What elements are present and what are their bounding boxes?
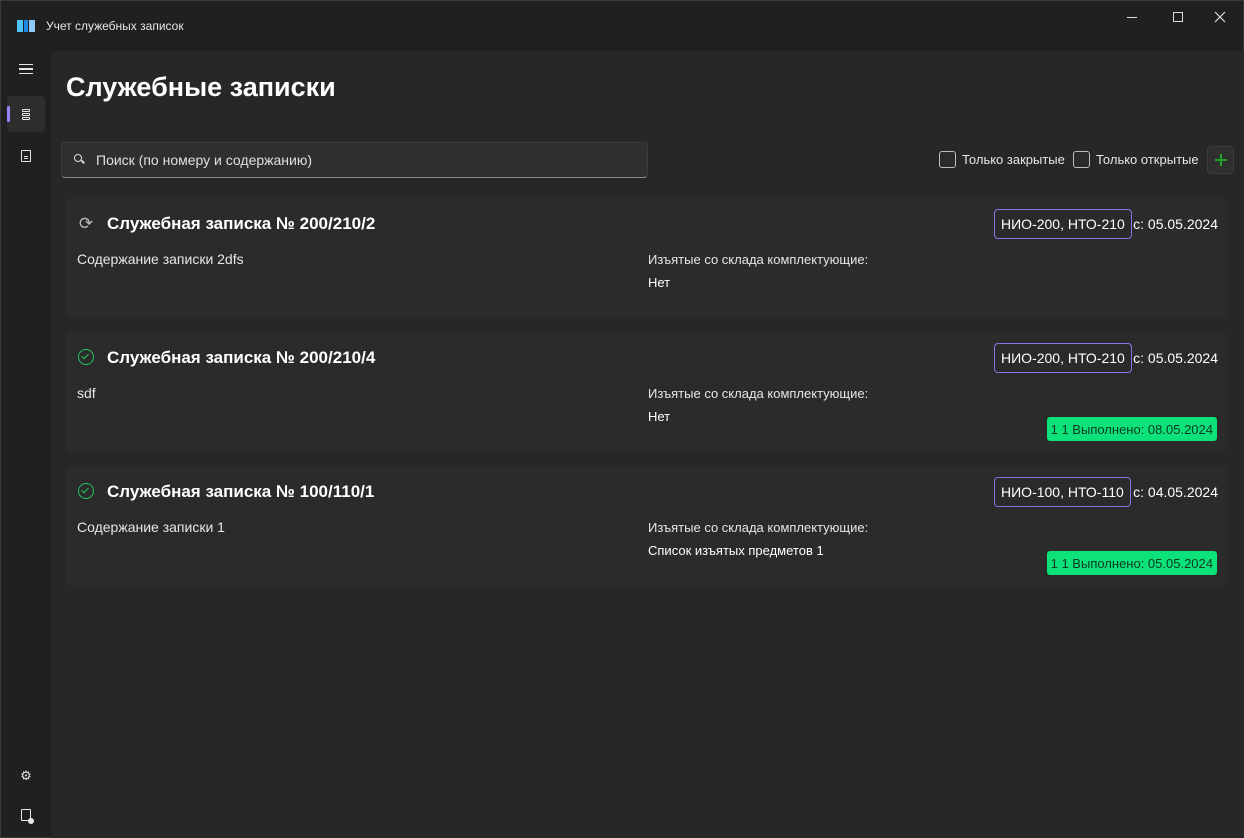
note-date: с: 04.05.2024 <box>1133 484 1218 500</box>
note-title: Служебная записка № 200/210/2 <box>107 214 376 233</box>
app-window: Учет служебных записок ⚙ Служебные запис… <box>0 0 1244 838</box>
add-note-button[interactable] <box>1207 146 1234 174</box>
note-title: Служебная записка № 200/210/4 <box>107 348 376 367</box>
status-done-icon <box>78 483 94 499</box>
note-title: Служебная записка № 100/110/1 <box>107 482 375 501</box>
filter-open-checkbox[interactable] <box>1073 151 1090 168</box>
search-input[interactable] <box>96 143 636 177</box>
note-content: sdf <box>77 385 96 401</box>
close-button[interactable] <box>1197 1 1243 33</box>
items-value: Нет <box>648 275 671 290</box>
main-content: Служебные записки Только закрытые Только… <box>51 51 1244 838</box>
sidebar-item-settings[interactable]: ⚙ <box>7 757 45 793</box>
title-bar: Учет служебных записок <box>1 1 1243 51</box>
note-card[interactable]: Служебная записка № 100/110/1 НИО-100, Н… <box>66 466 1228 586</box>
maximize-button[interactable] <box>1155 1 1201 33</box>
filter-closed-label: Только закрытые <box>962 152 1065 167</box>
sidebar-item-notes[interactable] <box>7 96 45 132</box>
status-done-icon <box>78 349 94 365</box>
completed-badge: 1 1 Выполнено: 08.05.2024 <box>1046 417 1217 441</box>
gear-icon: ⚙ <box>20 767 32 783</box>
department-tag: НИО-200, НТО-210 <box>994 209 1132 239</box>
sidebar-item-documents[interactable] <box>7 138 45 174</box>
document-status-icon <box>21 809 34 824</box>
filter-closed-checkbox[interactable] <box>939 151 956 168</box>
active-indicator <box>7 106 10 122</box>
note-card[interactable]: Служебная записка № 200/210/4 НИО-200, Н… <box>66 332 1228 452</box>
sidebar-item-document-status[interactable] <box>7 797 45 833</box>
items-value: Нет <box>648 409 671 424</box>
note-content: Содержание записки 2dfs <box>77 251 244 267</box>
search-icon <box>74 154 82 162</box>
plus-icon <box>1214 154 1227 166</box>
filter-open-label: Только открытые <box>1096 152 1199 167</box>
menu-toggle-button[interactable] <box>7 51 45 87</box>
search-box[interactable] <box>61 142 648 178</box>
note-date: с: 05.05.2024 <box>1133 350 1218 366</box>
notes-list-icon <box>22 108 30 120</box>
note-content: Содержание записки 1 <box>77 519 225 535</box>
window-title: Учет служебных записок <box>46 19 184 33</box>
items-label: Изъятые со склада комплектующие: <box>648 520 869 535</box>
items-label: Изъятые со склада комплектующие: <box>648 252 869 267</box>
minimize-button[interactable] <box>1109 1 1155 33</box>
note-date: с: 05.05.2024 <box>1133 216 1218 232</box>
note-card[interactable]: ⟳ Служебная записка № 200/210/2 НИО-200,… <box>66 198 1228 318</box>
page-title: Служебные записки <box>66 72 336 102</box>
status-in-progress-icon: ⟳ <box>78 213 94 233</box>
close-icon <box>1214 11 1226 23</box>
department-tag: НИО-100, НТО-110 <box>994 477 1131 507</box>
completed-badge: 1 1 Выполнено: 05.05.2024 <box>1046 551 1217 575</box>
maximize-icon <box>1173 12 1183 22</box>
filter-open-only[interactable]: Только открытые <box>1073 151 1199 168</box>
department-tag: НИО-200, НТО-210 <box>994 343 1132 373</box>
items-value: Список изъятых предметов 1 <box>648 543 824 558</box>
app-logo-icon <box>17 19 35 33</box>
items-label: Изъятые со склада комплектующие: <box>648 386 869 401</box>
minimize-icon <box>1127 16 1137 18</box>
document-icon <box>21 150 31 162</box>
hamburger-icon <box>19 63 33 75</box>
filter-closed-only[interactable]: Только закрытые <box>939 151 1065 168</box>
sidebar: ⚙ <box>1 51 51 837</box>
